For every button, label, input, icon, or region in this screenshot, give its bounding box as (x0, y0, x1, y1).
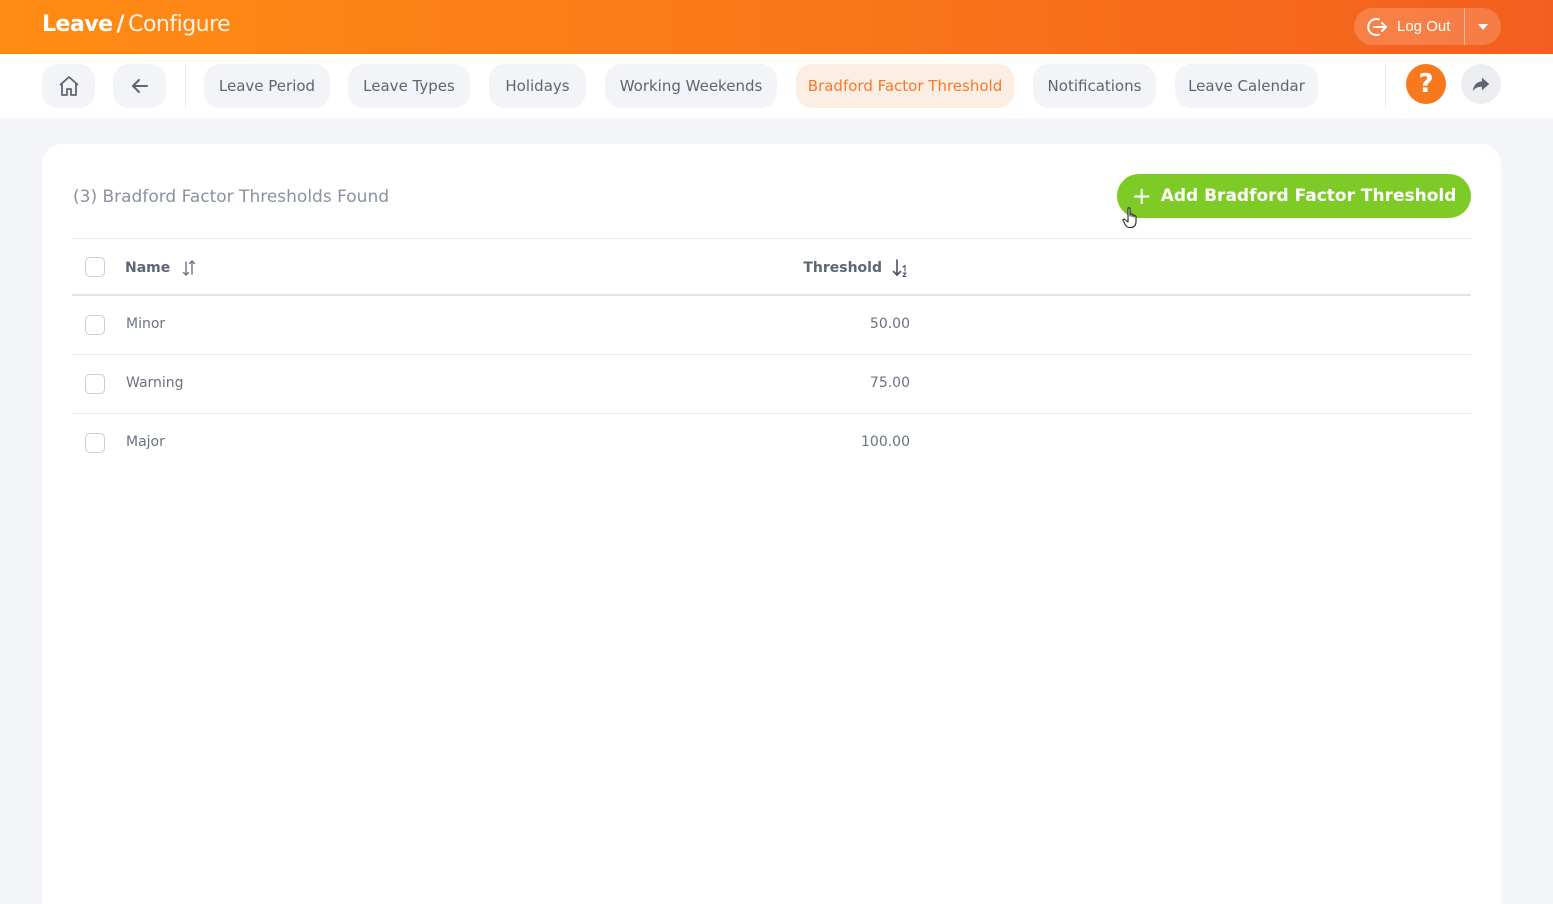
table-row[interactable]: Major 100.00 (72, 414, 1471, 473)
breadcrumb: Leave / Configure (42, 12, 231, 37)
logout-button[interactable]: Log Out (1354, 8, 1464, 45)
tab-holidays[interactable]: Holidays (489, 64, 586, 108)
chevron-down-icon (1478, 23, 1488, 30)
logout-label: Log Out (1397, 18, 1451, 35)
logout-icon (1367, 17, 1387, 36)
arrow-left-icon (131, 79, 148, 93)
table-row[interactable]: Warning 75.00 (72, 355, 1471, 414)
nav-divider-right (1385, 64, 1386, 108)
help-button[interactable]: ? (1406, 64, 1446, 104)
threshold-name: Warning (126, 375, 184, 391)
question-mark-icon: ? (1418, 69, 1434, 99)
result-count: (3) Bradford Factor Thresholds Found (73, 187, 390, 207)
thresholds-table: Name Threshold Minor 50.00 Warning 75.00… (72, 238, 1471, 473)
content-card: (3) Bradford Factor Thresholds Found + A… (42, 144, 1501, 904)
row-checkbox[interactable] (85, 315, 105, 335)
threshold-value: 100.00 (861, 434, 910, 450)
table-header: Name Threshold (72, 238, 1471, 296)
tab-leave-calendar[interactable]: Leave Calendar (1175, 64, 1318, 108)
tab-leave-types[interactable]: Leave Types (348, 64, 470, 108)
column-name-label: Name (125, 260, 171, 276)
tab-bradford-factor-threshold[interactable]: Bradford Factor Threshold (796, 64, 1014, 108)
nav-divider (185, 64, 186, 108)
sort-numeric-ascending-icon (892, 259, 907, 278)
threshold-name: Major (126, 434, 165, 450)
home-icon (58, 76, 79, 96)
add-bradford-factor-threshold-button[interactable]: + Add Bradford Factor Threshold (1117, 174, 1471, 218)
plus-icon: + (1131, 182, 1152, 210)
hand-cursor-icon (1122, 207, 1137, 229)
sort-icon (183, 260, 196, 276)
row-checkbox[interactable] (85, 374, 105, 394)
home-button[interactable] (42, 64, 95, 108)
tab-leave-period[interactable]: Leave Period (204, 64, 330, 108)
column-header-threshold[interactable]: Threshold (803, 258, 910, 278)
share-button[interactable] (1461, 64, 1501, 104)
threshold-value: 50.00 (869, 316, 910, 332)
add-button-label: Add Bradford Factor Threshold (1160, 186, 1457, 206)
back-button[interactable] (113, 64, 166, 108)
top-header: Leave / Configure Log Out (0, 0, 1553, 54)
logout-group: Log Out (1354, 8, 1501, 45)
threshold-name: Minor (126, 316, 166, 332)
threshold-value: 75.00 (869, 375, 910, 391)
share-icon (1472, 77, 1490, 92)
tab-working-weekends[interactable]: Working Weekends (605, 64, 777, 108)
column-header-name[interactable]: Name (125, 258, 196, 278)
logout-dropdown-button[interactable] (1465, 8, 1501, 45)
select-all-checkbox[interactable] (85, 257, 105, 277)
column-threshold-label: Threshold (803, 260, 882, 276)
breadcrumb-configure: Configure (128, 12, 231, 37)
row-checkbox[interactable] (85, 433, 105, 453)
table-row[interactable]: Minor 50.00 (72, 296, 1471, 355)
breadcrumb-leave[interactable]: Leave (42, 12, 113, 37)
nav-bar: Leave Period Leave Types Holidays Workin… (0, 54, 1553, 118)
breadcrumb-separator: / (116, 12, 125, 37)
tab-notifications[interactable]: Notifications (1033, 64, 1156, 108)
